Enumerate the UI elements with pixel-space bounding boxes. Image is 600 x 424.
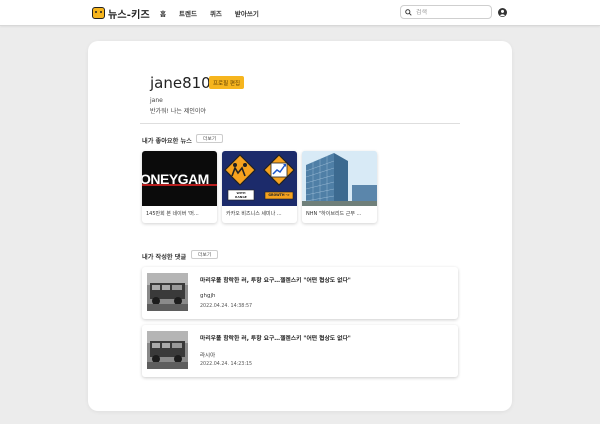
- comment-text: ghgjh: [200, 293, 216, 299]
- user-account-icon[interactable]: [498, 8, 507, 17]
- search-icon: [405, 8, 412, 16]
- comment-thumbnail: [147, 273, 188, 311]
- news-card[interactable]: ONEYGAM 145만회 본 네이버 '머...: [142, 151, 217, 223]
- profile-username: jane810: [150, 74, 211, 92]
- search-box[interactable]: [400, 5, 492, 19]
- comment-date: 2022.04.24. 14:23:15: [200, 362, 253, 367]
- news-card[interactable]: NHN "하이브리드 근무 ...: [302, 151, 377, 223]
- logo-face-icon: [92, 7, 105, 19]
- top-navigation-bar: 뉴스-키즈 홈 트렌드 퀴즈 받아쓰기: [0, 0, 600, 26]
- news-caption: 카카오 비즈니스 세미나 ...: [226, 211, 282, 217]
- liked-news-title: 내가 좋아요한 뉴스: [142, 138, 192, 145]
- news-caption: 145만회 본 네이버 '머...: [146, 211, 199, 217]
- damaged-vehicle-photo: [147, 273, 188, 311]
- comment-item[interactable]: 마리우폴 함락한 러, 투항 요구…젤렌스키 "어떤 협상도 없다" 라시아 2…: [142, 325, 458, 377]
- comment-date: 2022.04.24. 14:38:57: [200, 304, 253, 309]
- my-comments-more-button[interactable]: 더보기: [191, 250, 219, 259]
- sign-left-label: WITH RANGE: [235, 191, 247, 199]
- main-nav: 홈 트렌드 퀴즈 받아쓰기: [160, 8, 259, 18]
- news-card[interactable]: WITH RANGE GROWTH -> 카카오 비즈니스 세미나 ...: [222, 151, 297, 223]
- profile-card: jane810 프로필 편집 jane 반가워! 나는 제인이야 내가 좋아요한…: [88, 41, 512, 411]
- nav-trend[interactable]: 트렌드: [179, 8, 197, 18]
- news-thumbnail: WITH RANGE GROWTH ->: [222, 151, 297, 206]
- logo-text: 뉴스-키즈: [108, 9, 150, 21]
- news-thumbnail: [302, 151, 377, 206]
- divider: [140, 123, 460, 124]
- news-caption: NHN "하이브리드 근무 ...: [306, 211, 362, 217]
- nav-quiz[interactable]: 퀴즈: [210, 8, 222, 18]
- office-building-photo: [302, 151, 377, 206]
- nav-home[interactable]: 홈: [160, 8, 166, 18]
- comment-news-title: 마리우폴 함락한 러, 투항 요구…젤렌스키 "어떤 협상도 없다": [200, 278, 351, 284]
- nav-dictation[interactable]: 받아쓰기: [235, 8, 259, 18]
- news-thumbnail: ONEYGAM: [142, 151, 217, 206]
- damaged-vehicle-photo: [147, 331, 188, 369]
- edit-profile-button[interactable]: 프로필 편집: [209, 76, 245, 89]
- profile-nickname: jane: [150, 97, 163, 104]
- comment-item[interactable]: 마리우폴 함락한 러, 투항 요구…젤렌스키 "어떤 협상도 없다" ghgjh…: [142, 267, 458, 319]
- comment-news-title: 마리우폴 함락한 러, 투항 요구…젤렌스키 "어떤 협상도 없다": [200, 336, 351, 342]
- comment-text: 라시아: [200, 353, 216, 359]
- profile-bio: 반가워! 나는 제인이야: [150, 108, 206, 115]
- search-input[interactable]: [416, 8, 490, 16]
- news-thumbnail-text: ONEYGAM: [142, 171, 209, 187]
- liked-news-more-button[interactable]: 더보기: [196, 134, 224, 143]
- my-comments-title: 내가 작성한 댓글: [142, 254, 187, 261]
- logo[interactable]: 뉴스-키즈: [92, 5, 150, 21]
- sign-right-label: GROWTH ->: [268, 193, 290, 197]
- comment-thumbnail: [147, 331, 188, 369]
